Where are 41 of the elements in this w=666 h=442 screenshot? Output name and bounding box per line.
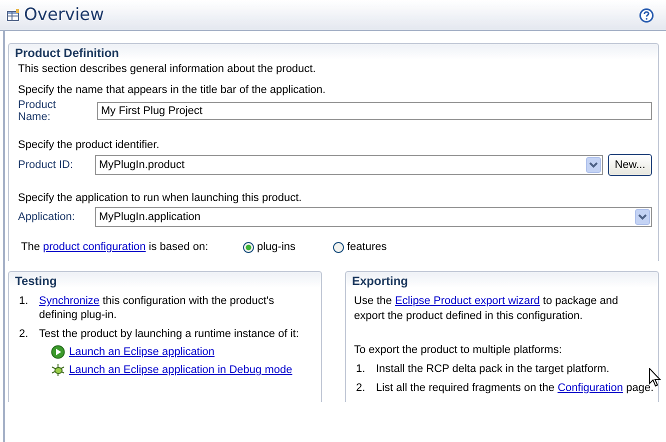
new-button[interactable]: New... (608, 154, 652, 176)
list-number: 2. (19, 327, 30, 342)
step-text: List all the required fragments on the Configuration page. (376, 381, 655, 395)
link[interactable]: Synchronize (39, 295, 100, 307)
radio-label: features (347, 241, 387, 253)
step-text: Test the product by launching a runtime instance of it: (39, 327, 300, 341)
hint-text: Specify the name that appears in the title bar of the application. (17, 83, 327, 98)
text-field[interactable]: My First Plug Project (97, 102, 652, 120)
section-description: This section describes general information about the product. (17, 62, 317, 76)
step-text: Synchronize this configuration with the product's defining plug-in. (39, 294, 276, 322)
step-text: Install the RCP delta pack in the target platform. (376, 362, 610, 376)
page-title: Overview (24, 5, 104, 25)
combo-box[interactable]: MyPlugIn.application (95, 207, 652, 227)
section-title: Testing (14, 273, 58, 290)
radio-button[interactable] (243, 242, 254, 252)
mouse-pointer-icon (649, 368, 661, 387)
link[interactable]: Configuration (558, 382, 624, 394)
list-number: 1. (19, 294, 30, 309)
radio-button[interactable] (333, 242, 344, 252)
link[interactable]: Launch an Eclipse application in Debug mode (69, 363, 292, 377)
list-number: 1. (356, 362, 366, 376)
link[interactable]: Launch an Eclipse application (69, 345, 215, 359)
table-icon (6, 8, 20, 22)
bug-icon (51, 363, 65, 377)
section-title: Exporting (351, 273, 409, 290)
play-icon (51, 345, 65, 359)
link[interactable]: Eclipse Product export wizard (394, 295, 540, 307)
based-on-text: The product configuration is based on: (21, 241, 210, 253)
paragraph: Use the Eclipse Product export wizard to package and export the product defined in this configuration. (353, 294, 620, 324)
field-label: Application: (18, 211, 76, 223)
radio-label: plug-ins (257, 241, 296, 253)
section-title: Product Definition (14, 45, 120, 62)
field-label: Product Name: (18, 99, 57, 123)
hint-text: Specify the product identifier. (17, 138, 160, 153)
list-number: 2. (356, 381, 366, 395)
paragraph: To export the product to multiple platforms: (353, 343, 563, 358)
help-icon[interactable] (639, 8, 654, 22)
field-label: Product ID: (18, 159, 74, 171)
hint-text: Specify the application to run when launching this product. (17, 191, 303, 206)
combo-box[interactable]: MyPlugIn.product (95, 155, 603, 175)
link[interactable]: product configuration (43, 241, 146, 253)
